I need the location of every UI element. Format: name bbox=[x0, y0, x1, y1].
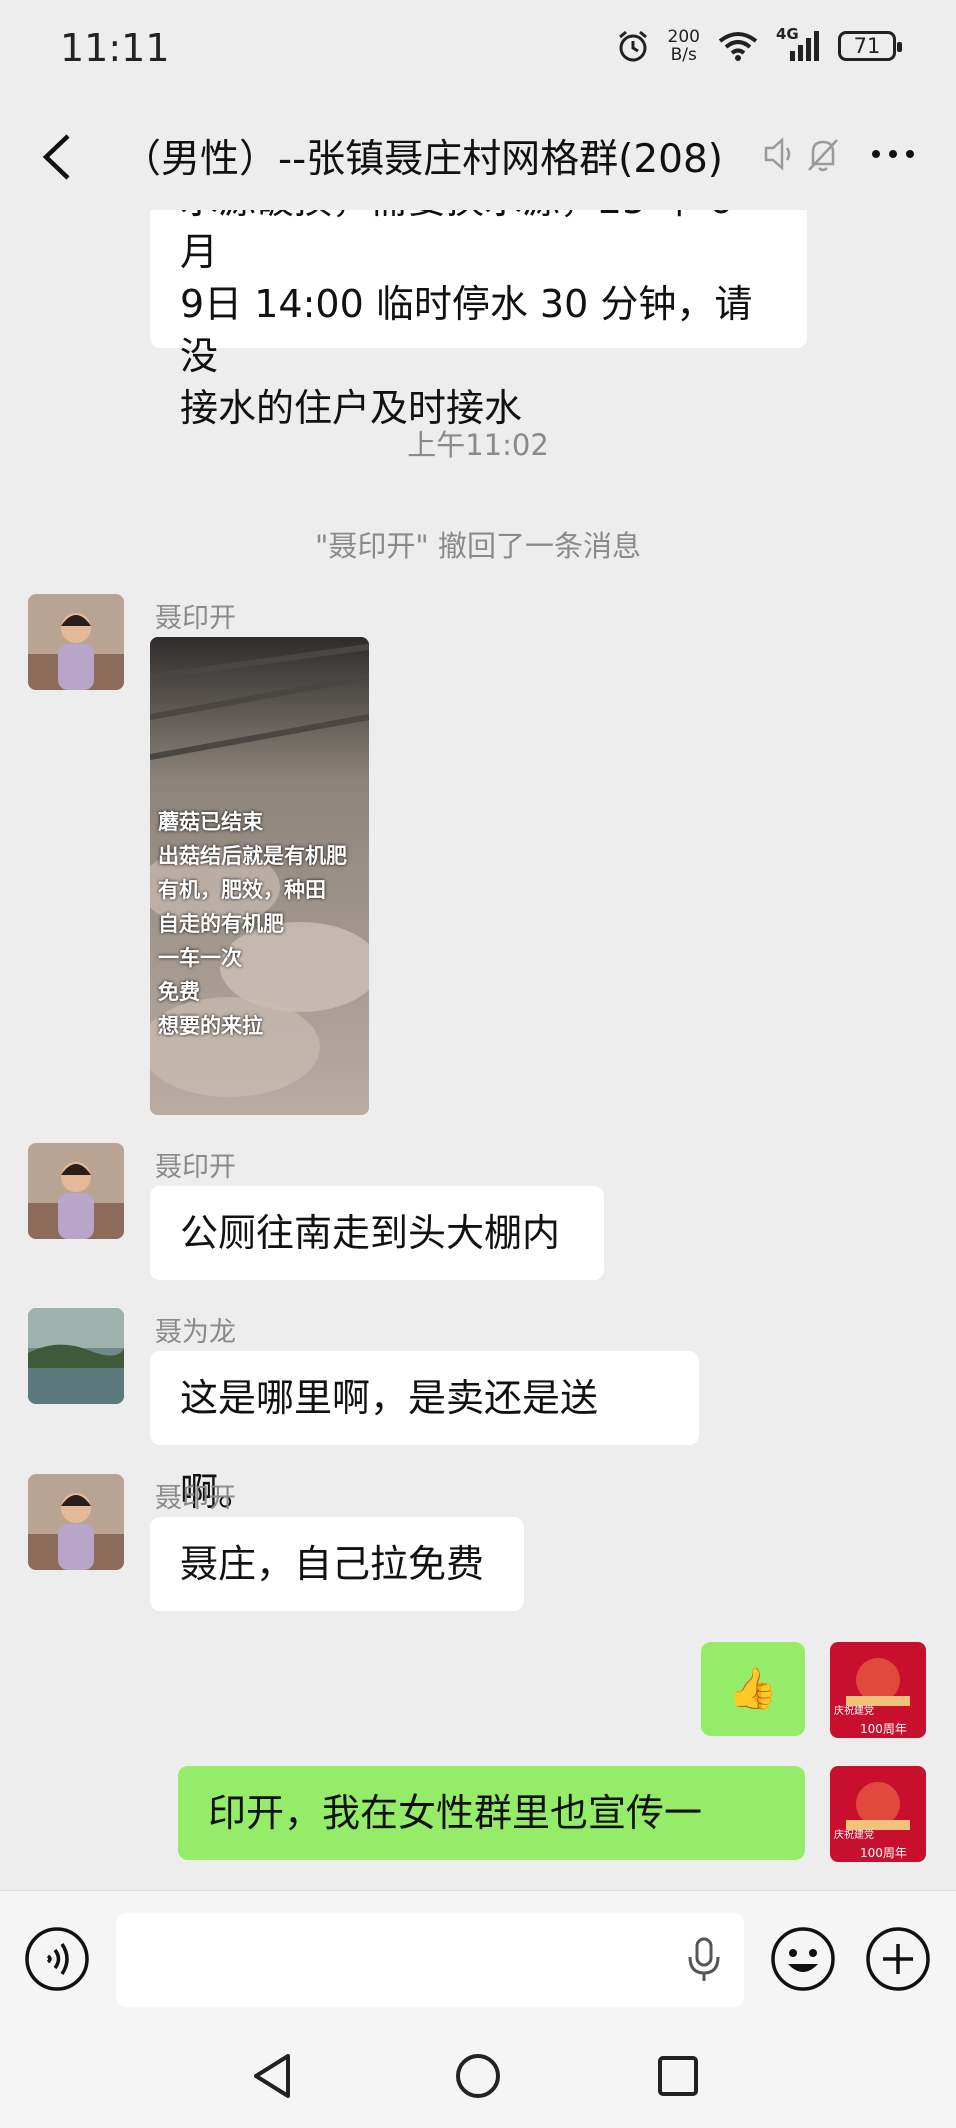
status-icons: 200 B/s 4G 71 bbox=[616, 25, 902, 64]
avatar[interactable] bbox=[28, 1474, 124, 1570]
overlay-line: 蘑菇已结束 bbox=[158, 810, 263, 834]
image-overlay-text: 蘑菇已结束 出菇结后就是有机肥 有机，肥效，种田 自走的有机肥 一车一次 免费 … bbox=[158, 805, 347, 1043]
net-speed-unit: B/s bbox=[670, 45, 697, 65]
avatar-caption: 100周年 bbox=[860, 1722, 907, 1736]
avatar-landscape-image bbox=[28, 1308, 124, 1404]
notice-line: 水源破损，需要换水源，25 年 6 月 bbox=[180, 210, 733, 274]
notice-line: 9日 14:00 临时停水 30 分钟，请没 bbox=[180, 282, 753, 378]
sender-name: 聂印开 bbox=[155, 1152, 236, 1183]
my-message-bubble[interactable]: 👍 bbox=[701, 1642, 805, 1736]
microphone-icon[interactable] bbox=[686, 1937, 722, 1983]
notice-bubble[interactable]: 水源破损，需要换水源，25 年 6 月 9日 14:00 临时停水 30 分钟，… bbox=[150, 210, 807, 430]
nav-recent-apps-icon[interactable] bbox=[656, 2054, 700, 2098]
message-input[interactable] bbox=[116, 1913, 744, 2007]
net-speed: 200 B/s bbox=[668, 28, 700, 64]
wifi-icon bbox=[718, 32, 758, 61]
message-bubble[interactable]: 公厕往南走到头大棚内 bbox=[150, 1186, 604, 1280]
image-message[interactable]: 蘑菇已结束 出菇结后就是有机肥 有机，肥效，种田 自走的有机肥 一车一次 免费 … bbox=[150, 637, 369, 1115]
chat-title: （男性）--张镇聂庄村网格群(208) bbox=[122, 137, 724, 182]
avatar[interactable] bbox=[28, 1143, 124, 1239]
recall-notice: "聂印开" 撤回了一条消息 bbox=[315, 529, 641, 563]
status-bar: 11:11 200 B/s 4G 71 bbox=[0, 0, 956, 100]
emoji-icon[interactable] bbox=[770, 1926, 836, 1992]
overlay-line: 想要的来拉 bbox=[158, 1014, 263, 1038]
chat-header: （男性）--张镇聂庄村网格群(208) bbox=[0, 100, 956, 210]
message-bubble[interactable]: 聂庄，自己拉免费 bbox=[150, 1517, 524, 1611]
nav-home-icon[interactable] bbox=[454, 2052, 502, 2100]
voice-input-icon[interactable] bbox=[24, 1926, 90, 1992]
avatar-child-image bbox=[28, 1474, 124, 1570]
sender-name: 聂为龙 bbox=[155, 1317, 236, 1348]
avatar-caption: 100周年 bbox=[860, 1846, 907, 1860]
network-type: 4G bbox=[776, 25, 799, 43]
overlay-line: 自走的有机肥 bbox=[158, 912, 284, 936]
more-options-icon[interactable] bbox=[872, 150, 914, 158]
sender-name: 聂印开 bbox=[155, 1483, 236, 1514]
battery-icon: 71 bbox=[838, 31, 902, 61]
avatar-caption: 庆祝建党 bbox=[834, 1706, 874, 1717]
net-speed-value: 200 bbox=[667, 27, 700, 47]
avatar-caption: 庆祝建党 bbox=[834, 1830, 874, 1841]
mute-bell-icon bbox=[808, 139, 838, 172]
nav-back-icon[interactable] bbox=[250, 2052, 294, 2100]
avatar-child-image bbox=[28, 1143, 124, 1239]
overlay-line: 免费 bbox=[158, 980, 200, 1004]
overlay-line: 出菇结后就是有机肥 bbox=[158, 844, 347, 868]
avatar-child-image bbox=[28, 594, 124, 690]
overlay-line: 有机，肥效，种田 bbox=[158, 878, 326, 902]
alarm-icon bbox=[618, 30, 647, 62]
my-message-bubble[interactable]: 印开，我在女性群里也宣传一下。 bbox=[178, 1766, 805, 1890]
add-more-icon[interactable] bbox=[865, 1926, 931, 1992]
message-bubble[interactable]: 这是哪里啊，是卖还是送啊。 bbox=[150, 1351, 699, 1514]
my-avatar[interactable]: 庆祝建党 100周年 bbox=[830, 1766, 926, 1862]
cellular-signal: 4G bbox=[776, 25, 820, 61]
system-nav-bar bbox=[0, 2020, 956, 2128]
avatar[interactable] bbox=[28, 1308, 124, 1404]
time-divider: 上午11:02 bbox=[407, 428, 549, 462]
earpiece-mode-icon bbox=[764, 137, 791, 171]
back-arrow-icon[interactable] bbox=[36, 132, 80, 182]
my-avatar[interactable]: 庆祝建党 100周年 bbox=[830, 1642, 926, 1738]
chat-area[interactable]: 水源破损，需要换水源，25 年 6 月 9日 14:00 临时停水 30 分钟，… bbox=[0, 210, 956, 1890]
status-time: 11:11 bbox=[60, 26, 170, 70]
input-bar bbox=[0, 1890, 956, 2021]
overlay-line: 一车一次 bbox=[158, 946, 242, 970]
sender-name: 聂印开 bbox=[155, 603, 236, 634]
avatar[interactable] bbox=[28, 594, 124, 690]
